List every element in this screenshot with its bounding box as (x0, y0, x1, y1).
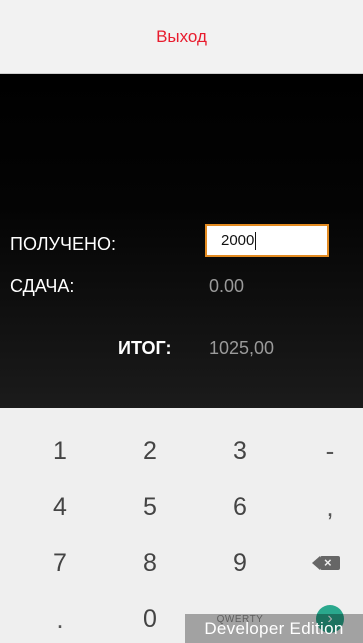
developer-edition-watermark: Developer Edition (185, 614, 363, 643)
key-1-label: 1 (53, 436, 67, 465)
received-input-value[interactable]: 2000 (221, 232, 254, 249)
exit-bar[interactable]: Выход (0, 0, 363, 74)
screen: Выход ПОЛУЧЕНО: 2000 СДАЧА: 0.00 ИТОГ: 1… (0, 0, 363, 643)
key-2[interactable]: 2 (105, 425, 195, 477)
payment-panel: ПОЛУЧЕНО: 2000 СДАЧА: 0.00 ИТОГ: 1025,00 (0, 74, 363, 408)
key-4[interactable]: 4 (15, 481, 105, 533)
key-minus-label: - (325, 435, 335, 466)
exit-button-label[interactable]: Выход (156, 27, 207, 47)
numeric-keypad: 1 2 3 - 4 5 6 , 7 8 9 × . 0 QWERTY › (0, 408, 363, 643)
key-4-label: 4 (53, 492, 67, 521)
key-dot-label: . (56, 603, 64, 634)
received-label: ПОЛУЧЕНО: (10, 234, 116, 254)
total-value: 1025,00 (209, 338, 275, 358)
key-8-label: 8 (143, 548, 157, 577)
received-input[interactable]: 2000 (205, 224, 329, 257)
backspace-key[interactable]: × (285, 537, 363, 589)
key-3-label: 3 (233, 436, 247, 465)
key-5-label: 5 (143, 492, 157, 521)
key-minus[interactable]: - (285, 425, 363, 477)
key-3[interactable]: 3 (195, 425, 285, 477)
key-0[interactable]: 0 (105, 593, 195, 643)
key-9-label: 9 (233, 548, 247, 577)
key-7[interactable]: 7 (15, 537, 105, 589)
key-9[interactable]: 9 (195, 537, 285, 589)
key-7-label: 7 (53, 548, 67, 577)
backspace-icon: × (312, 555, 340, 570)
key-dot[interactable]: . (15, 593, 105, 643)
key-1[interactable]: 1 (15, 425, 105, 477)
total-label: ИТОГ: (118, 338, 172, 358)
change-value: 0.00 (209, 276, 245, 296)
key-0-label: 0 (143, 604, 157, 633)
key-comma-label: , (326, 491, 334, 522)
key-8[interactable]: 8 (105, 537, 195, 589)
key-5[interactable]: 5 (105, 481, 195, 533)
key-6[interactable]: 6 (195, 481, 285, 533)
change-label: СДАЧА: (10, 276, 75, 296)
text-caret (255, 231, 257, 250)
key-2-label: 2 (143, 436, 157, 465)
key-comma[interactable]: , (285, 481, 363, 533)
key-6-label: 6 (233, 492, 247, 521)
